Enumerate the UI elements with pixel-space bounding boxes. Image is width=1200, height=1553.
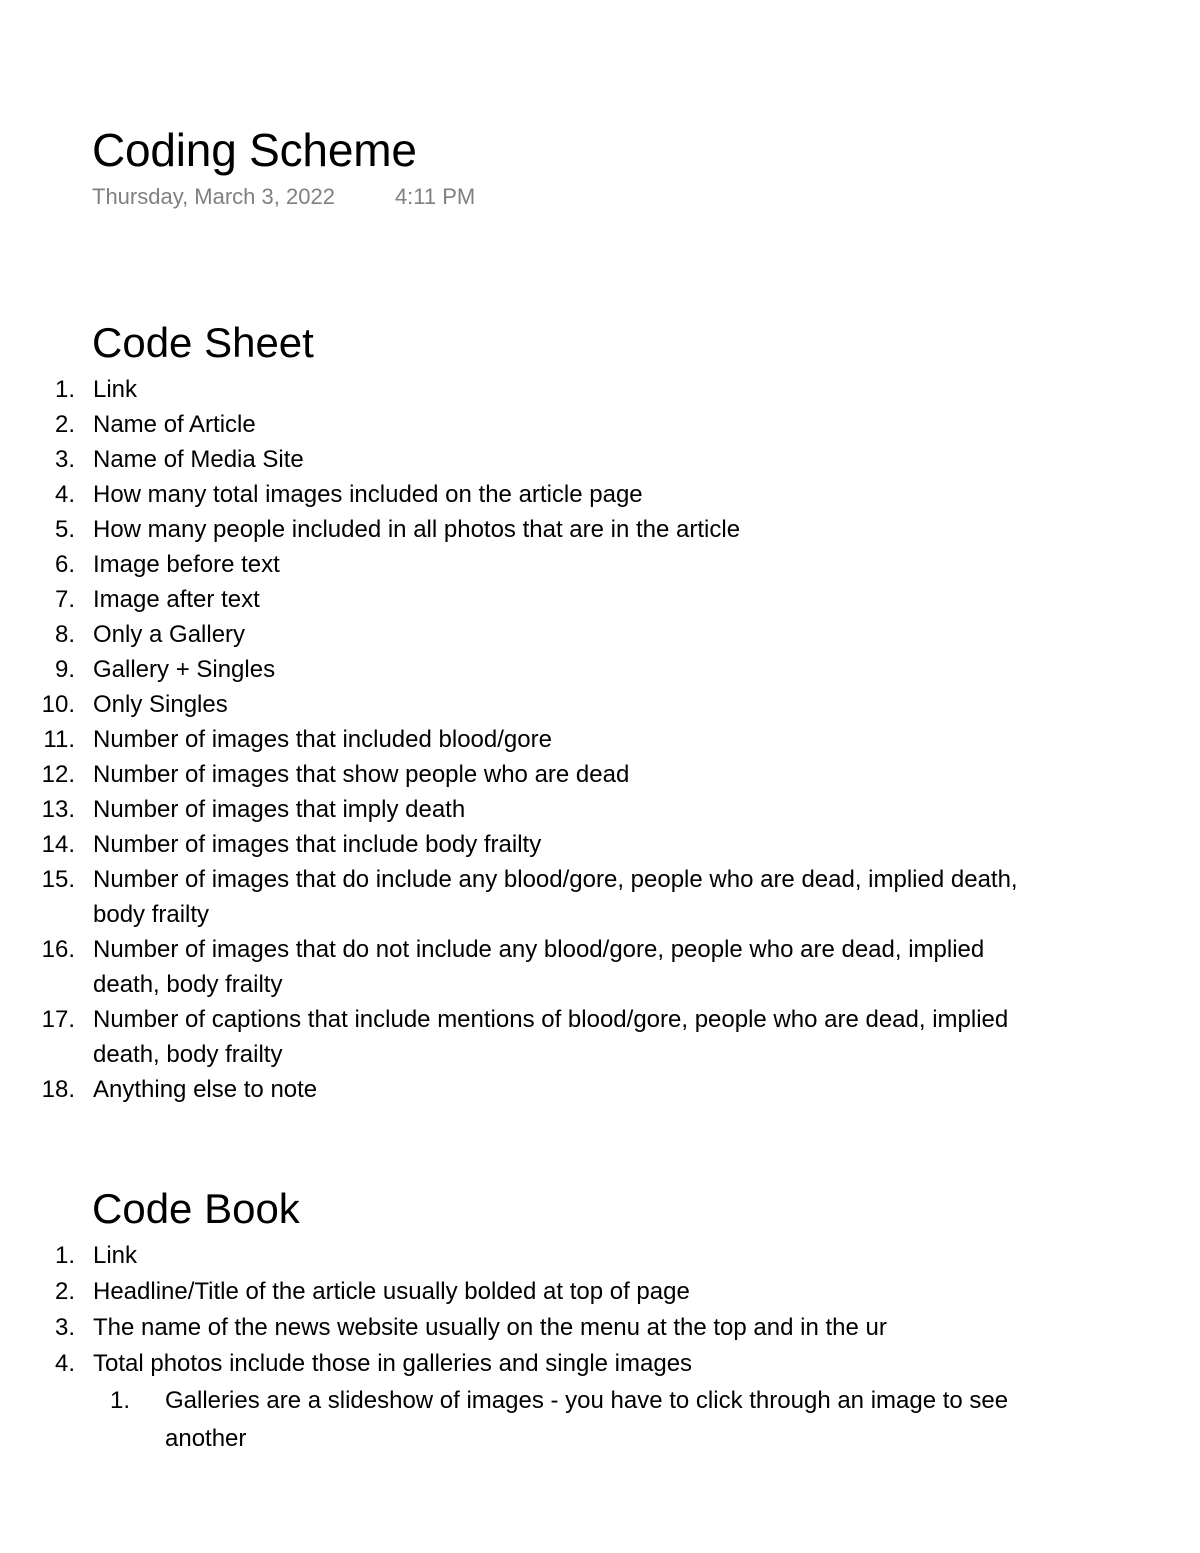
list-item-number: 18. bbox=[41, 1076, 75, 1103]
list-item-number: 3. bbox=[54, 446, 75, 473]
list-item: 14. Number of images that include body fr… bbox=[0, 827, 1200, 862]
list-item: 16. Number of images that do not include … bbox=[0, 932, 1200, 1002]
section-heading-code-sheet: Code Sheet bbox=[92, 319, 314, 366]
list-item-number: 11. bbox=[43, 726, 75, 753]
list-item-number: 12. bbox=[41, 761, 75, 788]
list-item: 8. Only a Gallery bbox=[0, 617, 1200, 652]
list-item-text: Only a Gallery bbox=[93, 621, 246, 648]
list-item: 12. Number of images that show people who… bbox=[0, 757, 1200, 792]
code-book-list: 1. Link 2. Headline/Title of the article us… bbox=[0, 1238, 1200, 1458]
list-item-text: Number of captions that include mentions… bbox=[93, 1006, 1009, 1068]
list-item-number: 7. bbox=[54, 586, 75, 613]
list-item: 10. Only Singles bbox=[0, 687, 1200, 722]
list-item: 18. Anything else to note bbox=[0, 1072, 1200, 1107]
list-item-number: 3. bbox=[54, 1314, 75, 1341]
list-item-number: 5. bbox=[54, 516, 75, 543]
list-item: 17. Number of captions that include menti… bbox=[0, 1002, 1200, 1072]
list-item-text: Headline/Title of the article usually bo… bbox=[93, 1278, 690, 1305]
list-item: 7. Image after text bbox=[0, 582, 1200, 617]
code-sheet-list: 1. Link 2. Name of Article 3. Name of Media S… bbox=[0, 372, 1200, 1107]
list-item-text: How many people included in all photos t… bbox=[93, 516, 741, 543]
list-item-number: 2. bbox=[54, 1278, 75, 1305]
list-item-number: 13. bbox=[41, 796, 75, 823]
list-item-number: 17. bbox=[41, 1006, 75, 1033]
list-item-text: Anything else to note bbox=[93, 1076, 318, 1103]
list-item-number: 4. bbox=[54, 481, 75, 508]
list-item-text: Number of images that do not include any… bbox=[93, 936, 985, 998]
list-item-number: 8. bbox=[54, 621, 75, 648]
list-item-number: 15. bbox=[41, 866, 75, 893]
list-item: 2. Name of Article bbox=[0, 407, 1200, 442]
list-item-text: Number of images that show people who ar… bbox=[93, 761, 630, 788]
list-item-text: Number of images that included blood/gor… bbox=[93, 726, 552, 753]
section-code-sheet: Code Sheet 1. Link 2. Name of Article 3. Name… bbox=[0, 318, 1200, 1107]
list-item: 4. Total photos include those in gallerie… bbox=[0, 1346, 1200, 1458]
page-title: Coding Scheme bbox=[92, 124, 417, 176]
list-item: 1. Link bbox=[0, 1238, 1200, 1274]
sub-list-item: 1. Galleries are a slideshow of images - … bbox=[0, 1382, 1105, 1458]
list-item: 1. Link bbox=[0, 372, 1200, 407]
list-item-text: Only Singles bbox=[93, 691, 228, 718]
list-item: 2. Headline/Title of the article usually … bbox=[0, 1274, 1200, 1310]
list-item-text: Number of images that imply death bbox=[93, 796, 466, 823]
document-page: Coding Scheme Thursday, March 3, 2022 4:1… bbox=[0, 0, 1200, 1553]
sub-list-item-text: Galleries are a slideshow of images - yo… bbox=[165, 1387, 1009, 1452]
list-item-text: Name of Article bbox=[93, 411, 256, 438]
list-item-number: 16. bbox=[41, 936, 75, 963]
list-item-text: Image after text bbox=[93, 586, 260, 613]
page-time: 4:11 PM bbox=[394, 184, 476, 209]
list-item: 13. Number of images that imply death bbox=[0, 792, 1200, 827]
list-item-text: The name of the news website usually on … bbox=[93, 1314, 887, 1341]
list-item-text: Gallery + Singles bbox=[93, 656, 276, 683]
list-item-number: 1. bbox=[54, 1242, 75, 1269]
list-item-number: 6. bbox=[54, 551, 75, 578]
list-item-text: Name of Media Site bbox=[93, 446, 304, 473]
list-item-text: Number of images that do include any blo… bbox=[93, 866, 1018, 928]
sub-list-item-number: 1. bbox=[109, 1387, 130, 1414]
list-item-number: 1. bbox=[54, 376, 75, 403]
list-item-text: Number of images that include body frail… bbox=[93, 831, 542, 858]
title-block: Coding Scheme Thursday, March 3, 2022 4:1… bbox=[92, 122, 1092, 212]
list-item-text: Image before text bbox=[93, 551, 280, 578]
list-item: 3. The name of the news website usually o… bbox=[0, 1310, 1200, 1346]
list-item: 4. How many total images included on the … bbox=[0, 477, 1200, 512]
section-heading-code-book: Code Book bbox=[92, 1185, 300, 1232]
page-date: Thursday, March 3, 2022 bbox=[92, 184, 335, 209]
section-code-book: Code Book 1. Link 2. Headline/Title of the … bbox=[0, 1184, 1200, 1458]
list-item: 3. Name of Media Site bbox=[0, 442, 1200, 477]
page-datetime: Thursday, March 3, 2022 4:11 PM bbox=[92, 182, 1092, 212]
list-item: 9. Gallery + Singles bbox=[0, 652, 1200, 687]
list-item-number: 4. bbox=[54, 1350, 75, 1377]
list-item-text: Link bbox=[93, 1242, 138, 1269]
list-item: 11. Number of images that included blood/… bbox=[0, 722, 1200, 757]
list-item-number: 14. bbox=[41, 831, 75, 858]
list-item-text: Link bbox=[93, 376, 138, 403]
list-item-number: 9. bbox=[54, 656, 75, 683]
list-item-number: 2. bbox=[54, 411, 75, 438]
list-item-number: 10. bbox=[41, 691, 75, 718]
list-item: 15. Number of images that do include any … bbox=[0, 862, 1200, 932]
list-item-text: Total photos include those in galleries … bbox=[93, 1350, 693, 1377]
list-item-text: How many total images included on the ar… bbox=[93, 481, 643, 508]
list-item: 6. Image before text bbox=[0, 547, 1200, 582]
list-item: 5. How many people included in all photos… bbox=[0, 512, 1200, 547]
sub-list: 1. Galleries are a slideshow of images - … bbox=[93, 1382, 1105, 1458]
